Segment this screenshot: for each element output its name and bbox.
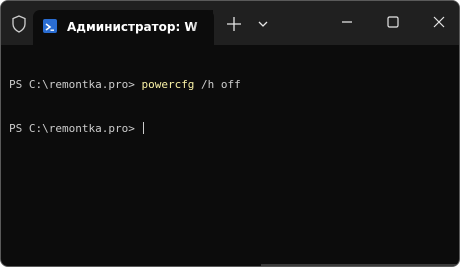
tab-title: Администратор: W <box>67 20 198 34</box>
tab-fade <box>191 10 213 45</box>
powershell-icon <box>43 19 57 33</box>
maximize-icon[interactable] <box>384 13 402 31</box>
plus-icon[interactable] <box>225 15 243 33</box>
chevron-down-icon[interactable] <box>256 17 270 31</box>
terminal-window: Администратор: W PS C:\remontka.pro> pow… <box>0 0 460 267</box>
shield-icon <box>12 15 26 33</box>
close-icon[interactable] <box>430 13 448 31</box>
terminal-output[interactable]: PS C:\remontka.pro> powercfg /h off PS C… <box>9 49 451 165</box>
terminal-line: PS C:\remontka.pro> <box>9 121 451 137</box>
command-args: /h off <box>194 78 241 91</box>
prompt: PS C:\remontka.pro> <box>9 121 142 135</box>
terminal-line: PS C:\remontka.pro> powercfg /h off <box>9 78 451 93</box>
text-cursor <box>143 121 145 134</box>
bottom-edge <box>261 264 459 266</box>
command: powercfg <box>141 78 195 91</box>
minimize-icon[interactable] <box>338 13 356 31</box>
tab-administrator[interactable]: Администратор: W <box>33 10 214 45</box>
title-bar[interactable]: Администратор: W <box>1 1 459 45</box>
prompt: PS C:\remontka.pro> <box>9 78 142 91</box>
